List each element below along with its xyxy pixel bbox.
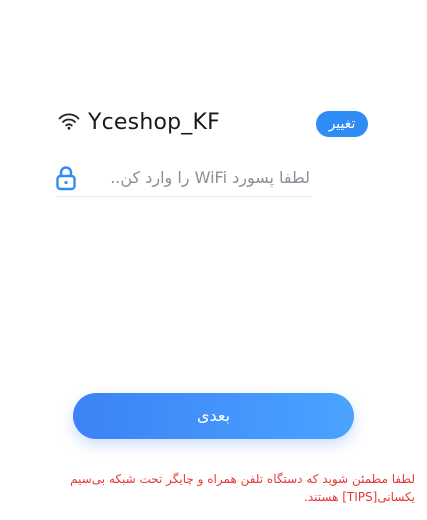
wifi-password-input[interactable] [80,162,310,192]
next-button[interactable]: بعدی [73,393,354,439]
tips-message: لطفا مطمئن شوید که دستگاه تلفن همراه و چ… [70,472,415,504]
wifi-network-row: Yceshop_KF تغییر [58,108,388,138]
password-field-row [56,160,312,197]
change-network-button[interactable]: تغییر [316,111,368,137]
wifi-ssid: Yceshop_KF [88,110,220,135]
lock-icon [56,165,76,191]
wifi-icon [58,112,80,130]
